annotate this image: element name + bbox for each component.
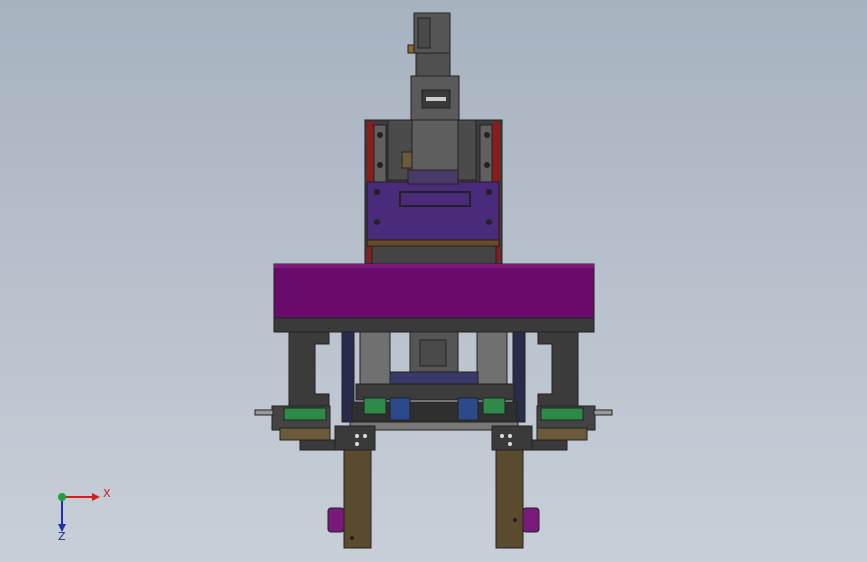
cad-assembly-model[interactable] xyxy=(0,0,867,562)
left-pad xyxy=(327,507,345,533)
coordinate-triad xyxy=(58,493,100,532)
center-mechanism xyxy=(341,331,526,431)
purple-bracket-plate xyxy=(366,169,500,265)
right-pad xyxy=(522,507,540,533)
right-gripper-unit xyxy=(530,405,613,451)
left-gripper-unit xyxy=(254,405,337,451)
right-side-frame xyxy=(537,331,579,407)
left-side-frame xyxy=(288,331,330,407)
axis-z-label: Z xyxy=(58,530,66,543)
axis-x-label: X xyxy=(103,487,111,500)
top-motor xyxy=(407,12,460,122)
cad-viewport[interactable]: X Z xyxy=(0,0,867,562)
main-magenta-plate xyxy=(273,263,595,333)
